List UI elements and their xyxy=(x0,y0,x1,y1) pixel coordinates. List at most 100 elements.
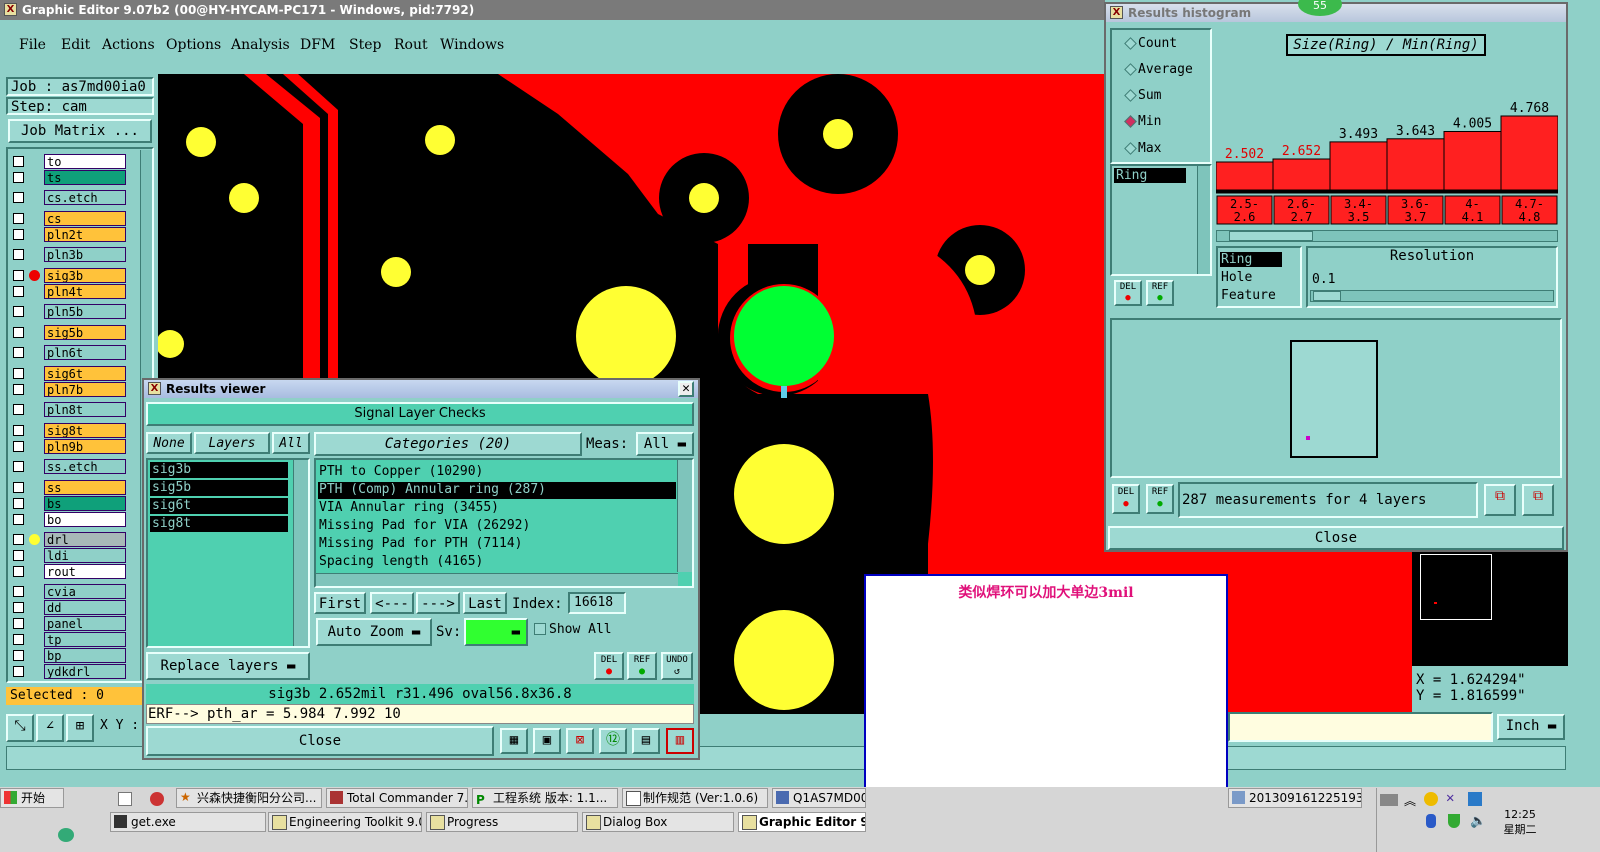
menu-edit[interactable]: Edit xyxy=(61,37,90,53)
task-item[interactable]: ★ 兴森快捷衡阳分公司... xyxy=(176,788,322,808)
tray-x-icon[interactable]: ✕ xyxy=(1446,790,1454,806)
mode-max[interactable]: Max xyxy=(1124,141,1161,156)
show-all-checkbox[interactable] xyxy=(534,623,546,635)
none-button[interactable]: None xyxy=(146,432,192,454)
task-item[interactable]: Dialog Box xyxy=(582,812,734,832)
menu-rout[interactable]: Rout xyxy=(394,37,428,53)
hist-del2-button[interactable]: DEL ● xyxy=(1112,484,1140,514)
histogram-bar[interactable] xyxy=(1329,141,1388,191)
layer-checkbox[interactable] xyxy=(13,514,24,525)
chart-scroll-thumb[interactable] xyxy=(1229,231,1313,241)
layer-row[interactable]: bp xyxy=(10,648,126,664)
layer-row[interactable]: pln7b xyxy=(10,382,126,398)
layer-checkbox[interactable] xyxy=(13,229,24,240)
histogram-bar[interactable] xyxy=(1272,158,1331,191)
histogram-bar[interactable] xyxy=(1443,131,1502,191)
task-item[interactable]: 20130916122519390.... xyxy=(1228,788,1362,808)
layer-row[interactable]: ss.etch xyxy=(10,459,126,475)
resolution-slider[interactable] xyxy=(1310,290,1554,302)
index-input[interactable]: 16618 xyxy=(568,592,626,614)
layer-row[interactable]: bs xyxy=(10,496,126,512)
layer-row[interactable]: drl xyxy=(10,532,126,548)
task-item[interactable]: P 工程系统 版本: 1.1... xyxy=(472,788,618,808)
layer-checkbox[interactable] xyxy=(13,286,24,297)
rv-tool-button[interactable]: ▦ xyxy=(500,728,528,754)
layer-checkbox[interactable] xyxy=(13,534,24,545)
layer-row[interactable]: sig6t xyxy=(10,366,126,382)
menu-windows[interactable]: Windows xyxy=(440,37,504,53)
category-item[interactable]: PTH to Copper (10290) xyxy=(318,464,676,481)
layer-checkbox[interactable] xyxy=(13,566,24,577)
layer-checkbox[interactable] xyxy=(13,156,24,167)
task-item[interactable]: 制作规范 (Ver:1.0.6) xyxy=(622,788,768,808)
replace-layers-button[interactable]: Replace layers ▬ xyxy=(146,652,310,680)
results-viewer-close-icon[interactable]: ✕ xyxy=(678,381,694,397)
import-button[interactable]: ⧉ xyxy=(1522,484,1554,516)
category-item[interactable]: Missing Pad for PTH (7114) xyxy=(318,536,676,553)
hist-del-button[interactable]: DEL ● xyxy=(1114,280,1142,306)
first-button[interactable]: First xyxy=(314,592,366,614)
rv-ref-button[interactable]: REF ● xyxy=(627,652,657,680)
measure-tool-button[interactable]: ⤡ xyxy=(6,714,34,742)
menu-step[interactable]: Step xyxy=(349,37,381,53)
measure-list-scrollbar[interactable] xyxy=(1197,166,1210,274)
layer-item[interactable]: sig5b xyxy=(150,480,288,496)
histogram-bar[interactable] xyxy=(1500,115,1558,191)
layer-item[interactable]: sig8t xyxy=(150,516,288,532)
task-item-active[interactable]: Graphic Editor 9.07 xyxy=(738,812,866,832)
layer-checkbox[interactable] xyxy=(13,586,24,597)
layer-checkbox[interactable] xyxy=(13,213,24,224)
layer-checkbox[interactable] xyxy=(13,441,24,452)
layers-button[interactable]: Layers xyxy=(194,432,270,454)
auto-zoom-select[interactable]: Auto Zoom ▬ xyxy=(316,618,432,646)
layer-checkbox[interactable] xyxy=(13,270,24,281)
histogram-bar[interactable] xyxy=(1386,138,1445,191)
mode-min[interactable]: Min xyxy=(1124,114,1161,129)
task-item[interactable]: Progress xyxy=(426,812,578,832)
category-item[interactable]: Spacing length (4165) xyxy=(318,554,676,571)
menu-dfm[interactable]: DFM xyxy=(300,37,335,53)
layer-row[interactable]: pln4t xyxy=(10,284,126,300)
layer-row[interactable]: sig3b xyxy=(10,268,126,284)
layer-checkbox[interactable] xyxy=(13,550,24,561)
clock[interactable]: 12:25 星期二 xyxy=(1500,808,1540,837)
rv-del-button[interactable]: DEL ● xyxy=(594,652,624,680)
layer-checkbox[interactable] xyxy=(13,461,24,472)
layers-list-scrollbar[interactable] xyxy=(293,460,308,646)
layer-row[interactable]: ydkdrl xyxy=(10,664,126,680)
resolution-slider-thumb[interactable] xyxy=(1313,291,1341,301)
tray-arrow-icon[interactable]: ︽ xyxy=(1404,792,1416,809)
layer-row[interactable]: sig8t xyxy=(10,423,126,439)
hist-ref2-button[interactable]: REF ● xyxy=(1146,484,1174,514)
layer-checkbox[interactable] xyxy=(13,482,24,493)
layer-row[interactable]: pln3b xyxy=(10,247,126,263)
layer-row[interactable]: cs.etch xyxy=(10,190,126,206)
categories-hscrollbar[interactable] xyxy=(316,573,678,586)
mode-average[interactable]: Average xyxy=(1124,62,1193,77)
layer-row[interactable]: tp xyxy=(10,632,126,648)
meas-select[interactable]: All ▬ xyxy=(636,432,694,456)
category-item[interactable]: Missing Pad for VIA (26292) xyxy=(318,518,676,535)
job-matrix-button[interactable]: Job Matrix ... xyxy=(8,119,152,143)
sv-color-select[interactable]: ▬ xyxy=(464,618,528,646)
all-button[interactable]: All xyxy=(272,432,310,454)
volume-icon[interactable]: 🔈 xyxy=(1470,814,1486,829)
layer-row[interactable]: panel xyxy=(10,616,126,632)
layer-row[interactable]: ts xyxy=(10,170,126,186)
last-button[interactable]: Last xyxy=(463,592,507,614)
layer-checkbox[interactable] xyxy=(13,425,24,436)
export-button[interactable]: ⧉ xyxy=(1484,484,1516,516)
layer-checkbox[interactable] xyxy=(13,666,24,677)
layer-checkbox[interactable] xyxy=(13,249,24,260)
mode-sum[interactable]: Sum xyxy=(1124,88,1161,103)
category-item[interactable]: PTH (Comp) Annular ring (287) xyxy=(318,482,676,499)
rv-tool-button[interactable]: ▣ xyxy=(533,728,561,754)
rv-tool-button[interactable]: ⊠ xyxy=(566,728,594,754)
layer-checkbox[interactable] xyxy=(13,347,24,358)
layer-row[interactable]: pln9b xyxy=(10,439,126,455)
rv-undo-button[interactable]: UNDO ↺ xyxy=(661,652,693,680)
prev-button[interactable]: <--- xyxy=(370,592,414,614)
rv-close-button[interactable]: Close xyxy=(146,726,494,756)
task-item[interactable]: Total Commander 7.0 ... xyxy=(326,788,468,808)
layer-row[interactable]: ss xyxy=(10,480,126,496)
